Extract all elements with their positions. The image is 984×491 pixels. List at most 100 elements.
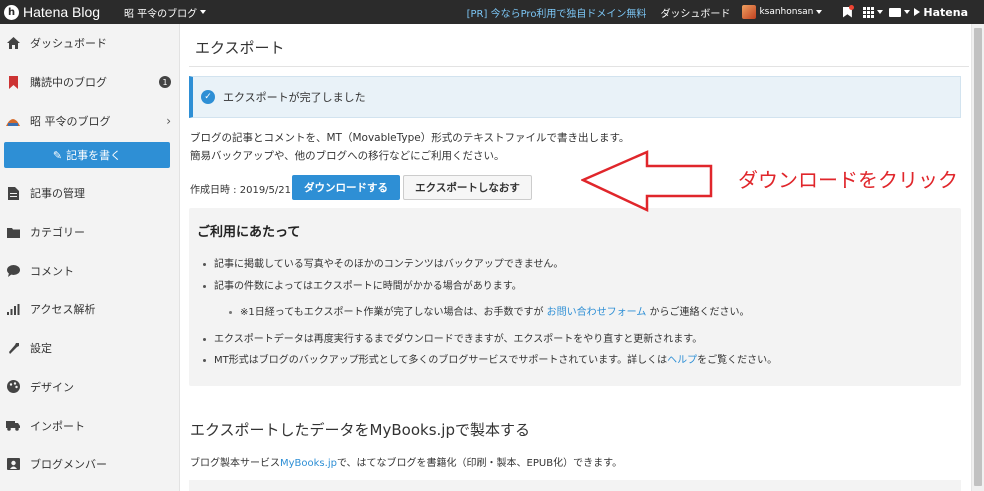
blog-icon <box>6 114 20 128</box>
sidebar-item-articles[interactable]: 記事の管理 <box>0 174 179 213</box>
vertical-scrollbar[interactable] <box>971 24 984 491</box>
export-description-1: ブログの記事とコメントを、MT（MovableType）形式のテキストファイルで… <box>190 132 630 144</box>
notice-subitem: ※1日経ってもエクスポート作業が完了しない場合は、お手数ですが お問い合わせフォ… <box>229 303 750 318</box>
chevron-right-icon: › <box>166 113 171 128</box>
annotation-arrow-icon <box>581 150 713 212</box>
sidebar-item-design[interactable]: デザイン <box>0 368 179 407</box>
success-alert: ✓ エクスポートが完了しました <box>189 76 961 118</box>
sidebar-item-dashboard[interactable]: ダッシュボード <box>0 24 179 63</box>
reading-list-button[interactable] <box>836 0 858 24</box>
folder-icon <box>6 225 20 239</box>
write-article-button[interactable]: ✎ 記事を書く <box>4 142 170 169</box>
sidebar-item-subscriptions[interactable]: 購読中のブログ 1 <box>0 63 179 102</box>
notice-item: MT形式はブログのバックアップ形式として多くのブログサービスでサポートされていま… <box>203 351 777 366</box>
reexport-button[interactable]: エクスポートしなおす <box>403 175 532 200</box>
username: ksanhonsan <box>759 7 814 17</box>
unread-badge: 1 <box>159 76 171 89</box>
sidebar-item-label: ダッシュボード <box>30 37 107 51</box>
usage-notice: ご利用にあたって 記事に掲載している写真やそのほかのコンテンツはバックアップでき… <box>189 208 961 386</box>
mybooks-link[interactable]: MyBooks.jp <box>280 458 337 469</box>
chart-icon <box>6 302 20 316</box>
mybooks-prefix: ブログ製本サービス <box>190 458 280 469</box>
top-navbar: h Hatena Blog 昭 平令のブログ [PR] 今ならPro利用で独自ド… <box>0 0 984 24</box>
notice-item-text: エクスポートデータは再度実行するまでダウンロードできますが、エクスポートをやり直… <box>214 334 703 345</box>
scrollbar-thumb[interactable] <box>974 28 982 486</box>
sidebar-item-label: ブログメンバー <box>30 458 107 472</box>
sidebar-item-analytics[interactable]: アクセス解析 <box>0 290 179 329</box>
sidebar: ダッシュボード 購読中のブログ 1 昭 平令のブログ › ✎ 記事を書く 記事の… <box>0 24 180 491</box>
notice-item-text: 記事に掲載している写真やそのほかのコンテンツはバックアップできません。 <box>214 259 564 270</box>
hatena-logo-icon <box>914 8 921 16</box>
caret-down-icon <box>816 10 823 14</box>
sidebar-item-comments[interactable]: コメント <box>0 251 179 290</box>
brand[interactable]: h Hatena Blog <box>0 4 122 20</box>
hatena-link[interactable]: Hatena <box>914 6 968 19</box>
notice-subitem-suffix: からご連絡ください。 <box>649 307 750 318</box>
services-menu-button[interactable] <box>862 0 884 24</box>
blog-switcher[interactable]: 昭 平令のブログ <box>124 5 207 20</box>
mybooks-description: ブログ製本サービスMyBooks.jpで、はてなブログを書籍化（印刷・製本、EP… <box>190 454 622 469</box>
caret-down-icon <box>200 10 207 14</box>
bookmark-icon <box>6 75 20 89</box>
avatar <box>742 5 757 19</box>
pro-promo-link[interactable]: [PR] 今ならPro利用で独自ドメイン無料 <box>467 5 647 20</box>
sidebar-item-label: 購読中のブログ <box>30 76 107 90</box>
notice-item-prefix: MT形式はブログのバックアップ形式として多くのブログサービスでサポートされていま… <box>214 355 668 366</box>
download-button[interactable]: ダウンロードする <box>292 175 400 200</box>
notice-item-text: 記事の件数によってはエクスポートに時間がかかる場合があります。 <box>214 281 522 292</box>
bullet-icon <box>203 337 206 341</box>
annotation-text: ダウンロードをクリック <box>738 168 958 192</box>
blog-switcher-label: 昭 平令のブログ <box>124 8 198 20</box>
alert-message: エクスポートが完了しました <box>223 91 366 104</box>
notice-item: 記事に掲載している写真やそのほかのコンテンツはバックアップできません。 <box>203 255 563 270</box>
sidebar-item-label: 記事の管理 <box>30 187 85 201</box>
sidebar-item-label: 設定 <box>30 342 52 356</box>
bullet-icon <box>203 262 206 266</box>
notice-item: エクスポートデータは再度実行するまでダウンロードできますが、エクスポートをやり直… <box>203 330 702 345</box>
members-icon <box>6 457 20 471</box>
sidebar-item-my-blog[interactable]: 昭 平令のブログ › <box>0 101 179 140</box>
document-icon <box>6 186 20 200</box>
sidebar-item-label: アクセス解析 <box>30 303 96 317</box>
bullet-icon <box>203 284 206 288</box>
palette-icon <box>6 380 20 394</box>
contact-form-link[interactable]: お問い合わせフォーム <box>547 307 647 318</box>
mybooks-panel <box>189 480 961 491</box>
wrench-icon <box>6 341 20 355</box>
mybooks-suffix: で、はてなブログを書籍化（印刷・製本、EPUB化）できます。 <box>336 458 623 469</box>
notice-title: ご利用にあたって <box>197 225 301 240</box>
hatena-blog-logo-icon: h <box>4 4 19 20</box>
sidebar-item-label: カテゴリー <box>30 226 85 240</box>
grid-icon <box>863 6 875 18</box>
title-divider <box>189 66 969 67</box>
notice-item-suffix: をご覧ください。 <box>697 355 778 366</box>
write-article-label: 記事を書く <box>66 149 122 163</box>
sidebar-item-label: 昭 平令のブログ <box>30 114 111 128</box>
sidebar-item-label: コメント <box>30 264 74 278</box>
created-date: 作成日時 : 2019/5/21 <box>190 185 292 196</box>
sidebar-item-label: デザイン <box>30 380 74 394</box>
user-menu[interactable]: ksanhonsan <box>742 5 823 19</box>
notice-subitem-prefix: ※1日経ってもエクスポート作業が完了しない場合は、お手数ですが <box>240 307 544 318</box>
caret-down-icon <box>903 10 910 14</box>
sidebar-item-label: インポート <box>30 419 85 433</box>
mybooks-heading: エクスポートしたデータをMyBooks.jpで製本する <box>190 421 530 439</box>
truck-icon <box>6 419 20 433</box>
home-icon <box>6 36 20 50</box>
comment-icon <box>6 264 20 278</box>
edit-icon: ✎ <box>52 148 63 162</box>
notification-dot <box>849 5 855 10</box>
dashboard-link[interactable]: ダッシュボード <box>660 5 730 20</box>
sidebar-item-categories[interactable]: カテゴリー <box>0 213 179 252</box>
hatena-label: Hatena <box>923 5 968 19</box>
sidebar-item-members[interactable]: ブログメンバー <box>0 445 179 484</box>
speech-bubble-icon <box>888 7 901 17</box>
main-content: エクスポート ✓ エクスポートが完了しました ブログの記事とコメントを、MT（M… <box>181 24 971 491</box>
caret-down-icon <box>877 10 884 14</box>
export-description-2: 簡易バックアップや、他のブログへの移行などにご利用ください。 <box>190 150 505 162</box>
check-circle-icon: ✓ <box>201 90 215 104</box>
sidebar-item-settings[interactable]: 設定 <box>0 329 179 368</box>
sidebar-item-import[interactable]: インポート <box>0 406 179 445</box>
notifications-button[interactable] <box>888 0 910 24</box>
help-link[interactable]: ヘルプ <box>667 355 697 366</box>
